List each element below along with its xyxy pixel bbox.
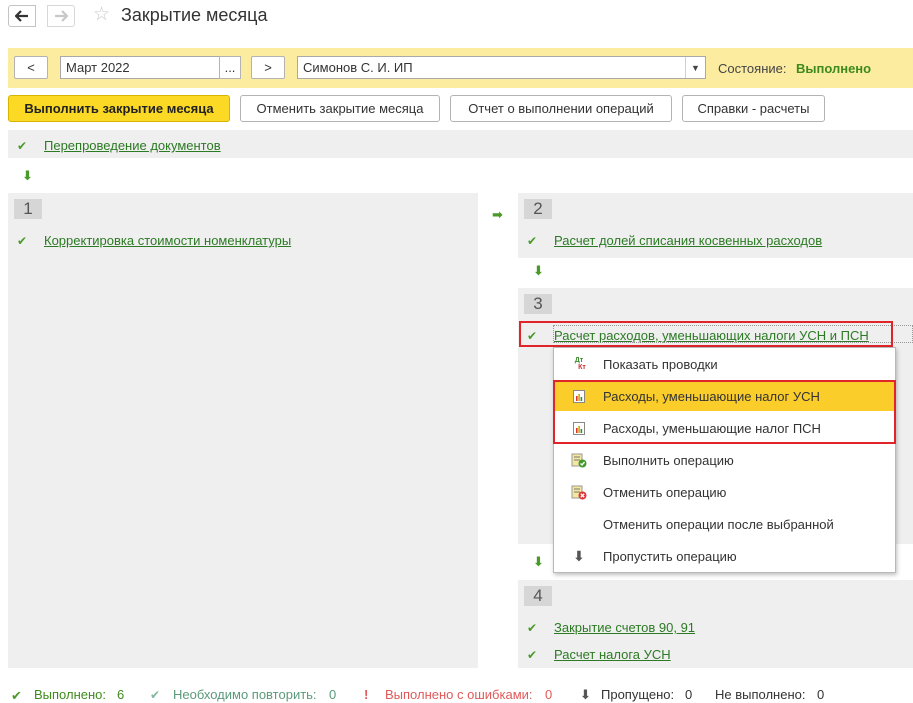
menu-item-cancel[interactable]: Отменить операцию — [554, 477, 895, 507]
organization-field[interactable]: Симонов С. И. ИП ▼ — [297, 56, 706, 79]
references-button[interactable]: Справки - расчеты — [682, 95, 825, 122]
arrow-down-icon: ⬇ — [533, 554, 544, 569]
repeat-check-icon: ✔ — [150, 688, 161, 702]
errors-count: 0 — [545, 687, 553, 702]
arrow-down-icon: ⬇ — [22, 168, 33, 183]
stage-number: 3 — [524, 294, 552, 314]
menu-item-label: Выполнить операцию — [603, 452, 734, 468]
page-title: Закрытие месяца — [121, 5, 268, 25]
skipped-count: 0 — [685, 687, 693, 702]
menu-item-show-entries[interactable]: Дт Кт Показать проводки — [554, 349, 895, 379]
next-period-button[interactable]: > — [251, 56, 285, 79]
organization-value: Симонов С. И. ИП — [303, 60, 413, 75]
cost-adjustment-link[interactable]: Корректировка стоимости номенклатуры — [44, 233, 291, 248]
error-icon: ! — [364, 687, 369, 702]
errors-label: Выполнено с ошибками: — [385, 687, 533, 702]
operations-report-button[interactable]: Отчет о выполнении операций — [450, 95, 672, 122]
check-icon: ✔ — [17, 234, 28, 248]
menu-item-cancel-after[interactable]: Отменить операции после выбранной — [554, 509, 895, 539]
back-button[interactable] — [8, 5, 36, 27]
cancel-operation-icon — [571, 484, 587, 500]
check-icon: ✔ — [527, 621, 538, 635]
done-count: 6 — [117, 687, 125, 702]
stage-number: 1 — [14, 199, 42, 219]
close-accounts-link[interactable]: Закрытие счетов 90, 91 — [554, 620, 695, 635]
period-value: Март 2022 — [66, 60, 130, 75]
highlight-box — [519, 321, 893, 347]
check-icon: ✔ — [11, 688, 22, 703]
skip-arrow-icon: ⬇ — [573, 547, 585, 564]
menu-item-label: Показать проводки — [603, 356, 718, 372]
notdone-count: 0 — [817, 687, 825, 702]
arrow-left-icon — [15, 10, 28, 22]
indirect-costs-link[interactable]: Расчет долей списания косвенных расходов — [554, 233, 822, 248]
menu-item-label: Пропустить операцию — [603, 548, 737, 564]
prev-period-button[interactable]: < — [14, 56, 48, 79]
run-month-close-button[interactable]: Выполнить закрытие месяца — [8, 95, 230, 122]
menu-item-label: Отменить операцию — [603, 484, 727, 500]
menu-item-execute[interactable]: Выполнить операцию — [554, 445, 895, 475]
skipped-label: Пропущено: — [601, 687, 675, 702]
execute-operation-icon — [571, 452, 587, 468]
repeat-count: 0 — [329, 687, 337, 702]
state-label: Состояние: — [718, 61, 787, 76]
stage-number: 2 — [524, 199, 552, 219]
forward-button[interactable] — [47, 5, 75, 27]
arrow-down-icon: ⬇ — [533, 263, 544, 278]
menu-item-skip[interactable]: ⬇ Пропустить операцию — [554, 541, 895, 571]
dt-kt-icon: Дт Кт — [574, 357, 586, 371]
skip-icon: ⬇ — [580, 687, 591, 702]
period-picker-button[interactable]: ... — [219, 56, 241, 79]
repost-documents-link[interactable]: Перепроведение документов — [44, 138, 221, 153]
dropdown-icon[interactable]: ▼ — [685, 57, 705, 78]
stage-number: 4 — [524, 586, 552, 606]
star-icon[interactable]: ☆ — [93, 5, 110, 25]
check-icon: ✔ — [527, 234, 538, 248]
arrow-right-icon — [55, 10, 68, 22]
period-field[interactable]: Март 2022 — [60, 56, 220, 79]
repeat-label: Необходимо повторить: — [173, 687, 317, 702]
menu-item-label: Отменить операции после выбранной — [603, 516, 834, 532]
highlight-box — [553, 380, 896, 444]
usn-tax-link[interactable]: Расчет налога УСН — [554, 647, 671, 662]
stage-2-panel — [518, 193, 913, 258]
cancel-month-close-button[interactable]: Отменить закрытие месяца — [240, 95, 440, 122]
notdone-label: Не выполнено: — [715, 687, 806, 702]
arrow-right-icon: ➡ — [492, 207, 503, 222]
state-value: Выполнено — [796, 61, 872, 76]
check-icon: ✔ — [17, 139, 28, 153]
done-label: Выполнено: — [34, 687, 107, 702]
stage-1-panel — [8, 193, 478, 668]
check-icon: ✔ — [527, 648, 538, 662]
